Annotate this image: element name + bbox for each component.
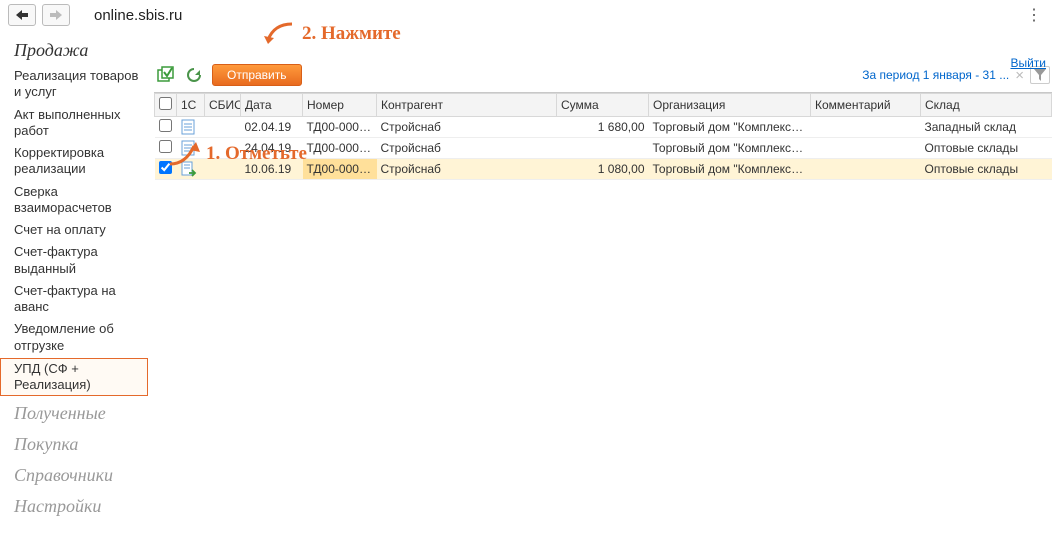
row-kontragent-cell: Стройснаб <box>377 159 557 180</box>
row-org-cell: Торговый дом "Комплексны... <box>649 117 811 138</box>
select-all-button[interactable] <box>156 65 176 85</box>
row-date-cell: 02.04.19 <box>241 117 303 138</box>
row-number-cell: ТД00-0000... <box>303 117 377 138</box>
sidebar-item-sf-issued[interactable]: Счет-фактура выданный <box>0 241 150 280</box>
sidebar-item-invoice[interactable]: Счет на оплату <box>0 219 150 241</box>
col-header-org[interactable]: Организация <box>649 94 811 117</box>
document-icon <box>181 161 201 177</box>
sidebar: Продажа Реализация товаров и услуг Акт в… <box>0 30 150 555</box>
row-checkbox-cell[interactable] <box>155 117 177 138</box>
row-comment-cell <box>811 159 921 180</box>
exit-link[interactable]: Выйти <box>1010 56 1046 70</box>
row-1c-cell <box>177 138 205 159</box>
row-org-cell: Торговый дом "Комплексны... <box>649 138 811 159</box>
arrow-left-icon <box>16 10 28 20</box>
row-sum-cell: 1 080,00 <box>557 159 649 180</box>
row-sum-cell: 1 680,00 <box>557 117 649 138</box>
refresh-icon <box>186 67 202 83</box>
layout: Продажа Реализация товаров и услуг Акт в… <box>0 30 1058 555</box>
row-comment-cell <box>811 138 921 159</box>
row-sklad-cell: Оптовые склады <box>921 159 1052 180</box>
row-kontragent-cell: Стройснаб <box>377 138 557 159</box>
col-header-date[interactable]: Дата <box>241 94 303 117</box>
col-header-comment[interactable]: Комментарий <box>811 94 921 117</box>
sidebar-item-sf-advance[interactable]: Счет-фактура на аванс <box>0 280 150 319</box>
table-row[interactable]: 24.04.19ТД00-0000...Стройснаб Торговый до… <box>155 138 1052 159</box>
col-header-checkbox[interactable] <box>155 94 177 117</box>
col-header-1c[interactable]: 1С <box>177 94 205 117</box>
sidebar-item-act[interactable]: Акт выполненных работ <box>0 104 150 143</box>
topbar: online.sbis.ru ⋮ <box>0 0 1058 30</box>
row-checkbox[interactable] <box>159 161 172 174</box>
refresh-button[interactable] <box>184 65 204 85</box>
document-icon <box>181 140 201 156</box>
documents-grid: 1С СБИС Дата Номер Контрагент Сумма Орга… <box>154 92 1052 180</box>
period-filter-link[interactable]: За период 1 января - 31 ... <box>862 68 1009 82</box>
col-header-sklad[interactable]: Склад <box>921 94 1052 117</box>
more-menu-icon[interactable]: ⋮ <box>1018 5 1050 25</box>
row-kontragent-cell: Стройснаб <box>377 117 557 138</box>
arrow-right-icon <box>50 10 62 20</box>
row-number-cell: ТД00-0000... <box>303 159 377 180</box>
row-sum-cell <box>557 138 649 159</box>
sidebar-section-purchase[interactable]: Покупка <box>0 428 150 459</box>
send-button[interactable]: Отправить <box>212 64 302 86</box>
col-header-number[interactable]: Номер <box>303 94 377 117</box>
col-header-sbis[interactable]: СБИС <box>205 94 241 117</box>
sidebar-item-realization[interactable]: Реализация товаров и услуг <box>0 65 150 104</box>
sidebar-item-upd[interactable]: УПД (СФ + Реализация) <box>0 358 148 397</box>
row-1c-cell <box>177 159 205 180</box>
col-header-kontragent[interactable]: Контрагент <box>377 94 557 117</box>
toolbar: Отправить За период 1 января - 31 ... × <box>154 34 1052 92</box>
row-date-cell: 24.04.19 <box>241 138 303 159</box>
row-date-cell: 10.06.19 <box>241 159 303 180</box>
sidebar-item-reconciliation[interactable]: Сверка взаиморасчетов <box>0 181 150 220</box>
row-org-cell: Торговый дом "Комплексны... <box>649 159 811 180</box>
sidebar-item-shipment-notice[interactable]: Уведомление об отгрузке <box>0 318 150 357</box>
check-all-icon <box>157 66 175 84</box>
row-checkbox-cell[interactable] <box>155 138 177 159</box>
row-sklad-cell: Западный склад <box>921 117 1052 138</box>
row-number-cell: ТД00-0000... <box>303 138 377 159</box>
sidebar-section-settings[interactable]: Настройки <box>0 490 150 521</box>
nav-back-button[interactable] <box>8 4 36 26</box>
row-sbis-cell <box>205 138 241 159</box>
sidebar-section-refs[interactable]: Справочники <box>0 459 150 490</box>
document-icon <box>181 119 201 135</box>
header-checkbox[interactable] <box>159 97 172 110</box>
address-url: online.sbis.ru <box>94 7 182 24</box>
topright-links: Выйти <box>1010 56 1046 70</box>
row-checkbox-cell[interactable] <box>155 159 177 180</box>
row-checkbox[interactable] <box>159 140 172 153</box>
table-row[interactable]: 02.04.19ТД00-0000...Стройснаб1 680,00Тор… <box>155 117 1052 138</box>
table-row[interactable]: 10.06.19ТД00-0000...Стройснаб1 080,00Тор… <box>155 159 1052 180</box>
grid-header-row: 1С СБИС Дата Номер Контрагент Сумма Орга… <box>155 94 1052 117</box>
col-header-sum[interactable]: Сумма <box>557 94 649 117</box>
row-sbis-cell <box>205 159 241 180</box>
sidebar-section-received[interactable]: Полученные <box>0 397 150 428</box>
funnel-icon <box>1034 69 1046 81</box>
nav-forward-button[interactable] <box>42 4 70 26</box>
sidebar-item-correction[interactable]: Корректировка реализации <box>0 142 150 181</box>
row-comment-cell <box>811 117 921 138</box>
sidebar-section-sale[interactable]: Продажа <box>0 34 150 65</box>
row-1c-cell <box>177 117 205 138</box>
row-checkbox[interactable] <box>159 119 172 132</box>
main: Выйти Отправить За период 1 января - 31 … <box>150 30 1058 555</box>
row-sbis-cell <box>205 117 241 138</box>
row-sklad-cell: Оптовые склады <box>921 138 1052 159</box>
